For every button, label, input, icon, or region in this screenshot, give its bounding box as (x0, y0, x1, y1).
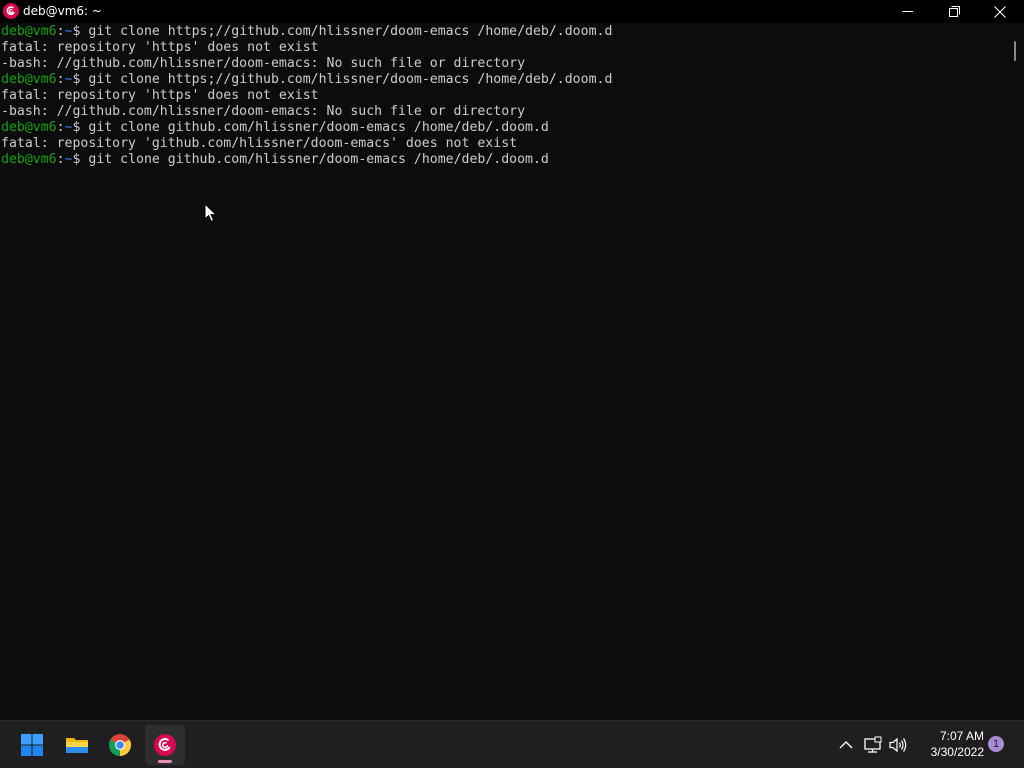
terminal-output[interactable]: deb@vm6:~$ git clone https;//github.com/… (0, 23, 1006, 720)
window-title: deb@vm6: ~ (23, 4, 102, 18)
command-text: git clone github.com/hlissner/doom-emacs… (88, 152, 549, 167)
output-text: -bash: //github.com/hlissner/doom-emacs:… (1, 56, 526, 71)
terminal-line: deb@vm6:~$ git clone github.com/hlissner… (0, 152, 1006, 168)
output-text: fatal: repository 'https' does not exist (1, 40, 319, 55)
terminal-line: fatal: repository 'https' does not exist (0, 40, 1006, 56)
system-clock[interactable]: 7:07 AM 3/30/2022 (914, 728, 984, 760)
terminal-line: deb@vm6:~$ git clone https;//github.com/… (0, 24, 1006, 40)
output-text: fatal: repository 'https' does not exist (1, 88, 319, 103)
prompt-symbol: $ (72, 152, 89, 167)
notification-count-badge[interactable]: 1 (988, 736, 1004, 752)
terminal-line: deb@vm6:~$ git clone github.com/hlissner… (0, 120, 1006, 136)
windows-start-icon (21, 734, 43, 756)
mouse-pointer-icon (204, 203, 218, 223)
debian-terminal-button[interactable] (145, 725, 185, 765)
active-app-indicator (158, 760, 172, 763)
debian-swirl-icon (3, 3, 19, 19)
command-text: git clone https;//github.com/hlissner/do… (88, 72, 613, 87)
chrome-icon (109, 734, 131, 756)
prompt-user-host: deb@vm6 (1, 24, 57, 39)
close-button[interactable] (977, 0, 1023, 23)
prompt-symbol: $ (72, 120, 89, 135)
prompt-symbol: $ (72, 72, 89, 87)
prompt-user-host: deb@vm6 (1, 120, 57, 135)
taskbar: 7:07 AM 3/30/2022 1 (0, 720, 1024, 768)
terminal-line: -bash: //github.com/hlissner/doom-emacs:… (0, 104, 1006, 120)
file-explorer-button[interactable] (57, 725, 97, 765)
command-text: git clone https;//github.com/hlissner/do… (88, 24, 613, 39)
prompt-separator: : (56, 152, 65, 167)
debian-terminal-icon (154, 734, 176, 756)
file-explorer-icon (66, 738, 88, 753)
terminal-line: fatal: repository 'github.com/hlissner/d… (0, 136, 1006, 152)
output-text: fatal: repository 'github.com/hlissner/d… (1, 136, 518, 151)
command-text: git clone github.com/hlissner/doom-emacs… (88, 120, 549, 135)
network-button[interactable] (863, 735, 883, 755)
title-bar[interactable]: deb@vm6: ~ (0, 0, 1024, 23)
chrome-button[interactable] (100, 725, 140, 765)
minimize-button[interactable] (885, 0, 931, 23)
minimize-icon (902, 11, 913, 12)
terminal-line: deb@vm6:~$ git clone https;//github.com/… (0, 72, 1006, 88)
prompt-separator: : (56, 120, 65, 135)
clock-time: 7:07 AM (939, 729, 984, 743)
terminal-line: fatal: repository 'https' does not exist (0, 88, 1006, 104)
scrollbar[interactable] (1006, 23, 1024, 720)
terminal-line: -bash: //github.com/hlissner/doom-emacs:… (0, 56, 1006, 72)
maximize-icon (949, 6, 960, 17)
maximize-button[interactable] (931, 0, 977, 23)
volume-icon (889, 737, 907, 753)
prompt-user-host: deb@vm6 (1, 152, 57, 167)
clock-date: 3/30/2022 (930, 745, 984, 759)
prompt-user-host: deb@vm6 (1, 72, 57, 87)
chevron-up-icon (839, 741, 853, 749)
network-icon (864, 736, 882, 753)
close-icon (994, 6, 1006, 18)
start-button[interactable] (12, 725, 52, 765)
show-hidden-icons-button[interactable] (836, 735, 856, 755)
output-text: -bash: //github.com/hlissner/doom-emacs:… (1, 104, 526, 119)
prompt-symbol: $ (72, 24, 89, 39)
prompt-separator: : (56, 72, 65, 87)
prompt-separator: : (56, 24, 65, 39)
volume-button[interactable] (888, 735, 908, 755)
scrollbar-thumb[interactable] (1014, 41, 1016, 61)
